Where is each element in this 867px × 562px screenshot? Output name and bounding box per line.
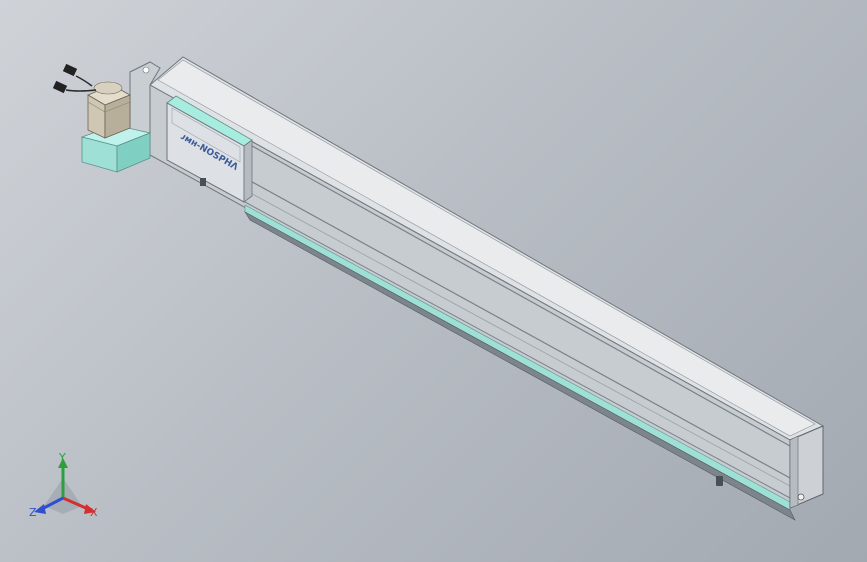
cable-connectors[interactable]	[52, 63, 97, 94]
z-axis-label: Z	[29, 506, 37, 519]
bolt	[716, 476, 723, 486]
connector-plug-icon	[62, 63, 78, 77]
linear-module-rail[interactable]	[149, 56, 825, 521]
y-axis-label: Y	[58, 451, 66, 464]
x-axis-label: X	[90, 506, 98, 519]
cad-viewport[interactable]: ᴊᴍʜ-NOSPHɅ Y X Z	[0, 0, 867, 562]
end-cap-screw-icon	[797, 493, 805, 501]
carriage-bolt-icon	[200, 178, 206, 186]
mount-hole-icon	[142, 66, 150, 74]
model-canvas[interactable]: ᴊᴍʜ-NOSPHɅ Y X Z	[0, 0, 867, 562]
orientation-triad: Y X Z	[29, 451, 98, 519]
connector-plug-icon	[52, 80, 68, 94]
end-cap[interactable]	[789, 425, 824, 509]
